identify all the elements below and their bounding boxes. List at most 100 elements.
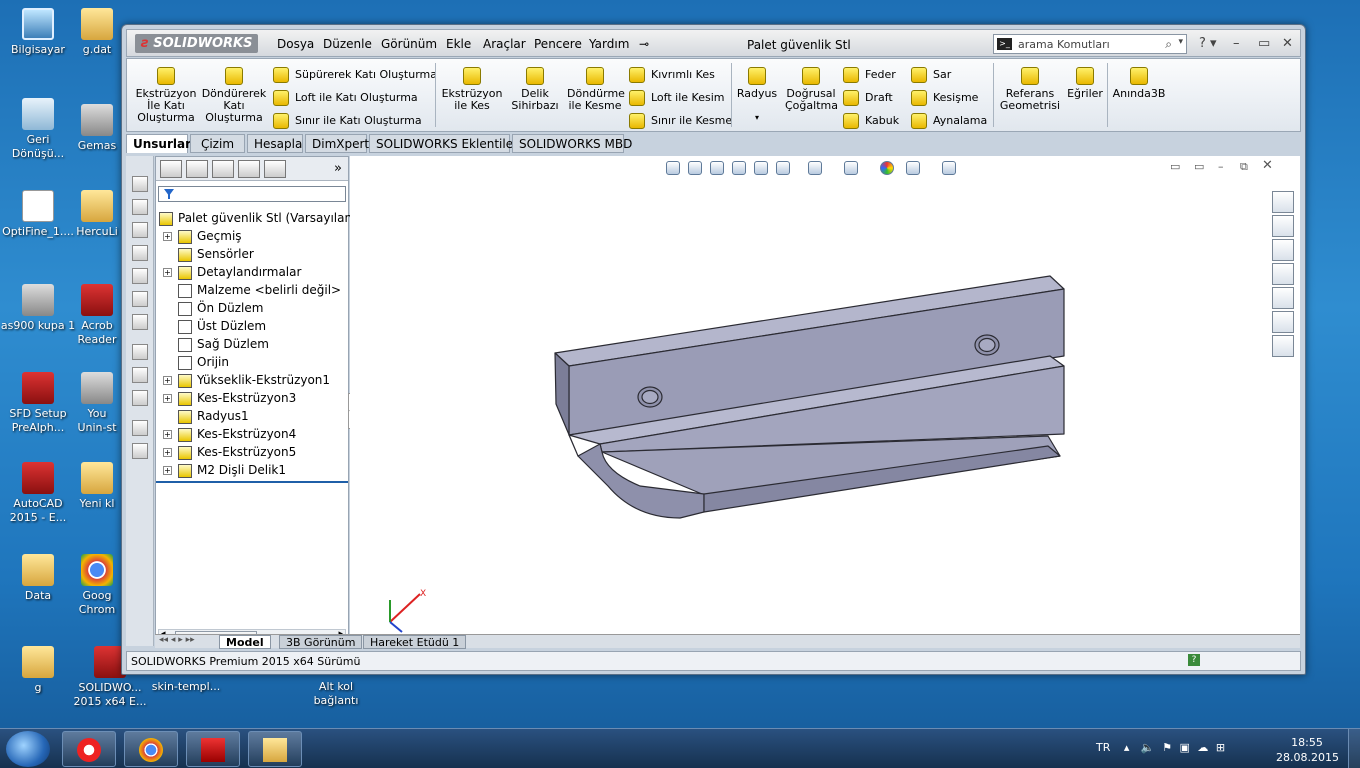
tab-scroll-icons[interactable]: ◂◂ ◂ ▸ ▸▸ xyxy=(159,635,195,645)
tab-features[interactable]: Unsurlar xyxy=(126,134,191,153)
windows-icon[interactable]: ⊞ xyxy=(1216,741,1225,754)
help-icon[interactable]: ? xyxy=(1188,654,1200,666)
chevron-down-icon[interactable]: ▾ xyxy=(735,112,779,124)
tree-item-front-plane[interactable]: Ön Düzlem xyxy=(178,301,263,316)
reference-geometry-button[interactable]: Referans Geometrisi xyxy=(999,67,1061,112)
expand-icon[interactable]: + xyxy=(163,430,172,439)
tree-item-history[interactable]: + Geçmiş xyxy=(163,229,242,244)
desktop-icon-g-dat[interactable]: g.dat xyxy=(72,8,122,57)
tree-item-material[interactable]: Malzeme <belirli değil> xyxy=(178,283,341,298)
tree-filter-input[interactable] xyxy=(158,186,346,202)
instant3d-button[interactable]: Anında3B xyxy=(1111,67,1167,100)
tree-item-origin[interactable]: Orijin xyxy=(178,355,229,370)
extrude-cut-button[interactable]: Ekstrüzyon ile Kes xyxy=(441,67,503,112)
desktop-icon-skin[interactable]: skin-templ... xyxy=(148,680,224,694)
tab-3d-view[interactable]: 3B Görünüm xyxy=(279,635,363,649)
tree-item-m2-tapped-hole1[interactable]: + M2 Dişli Delik1 xyxy=(163,463,286,478)
start-button[interactable] xyxy=(6,731,50,767)
show-desktop-button[interactable] xyxy=(1348,729,1360,768)
expand-icon[interactable]: + xyxy=(163,268,172,277)
chevron-down-icon[interactable]: ▾ xyxy=(1178,37,1183,47)
menu-edit[interactable]: Düzenle xyxy=(323,37,372,51)
configuration-manager-tab-icon[interactable] xyxy=(212,160,234,178)
intersect-button[interactable]: Kesişme xyxy=(911,90,978,106)
maximize-button[interactable]: ▭ xyxy=(1258,36,1270,51)
tray-expand-icon[interactable]: ▴ xyxy=(1124,741,1130,754)
view-cube-icon[interactable] xyxy=(132,199,148,215)
expand-icon[interactable]: + xyxy=(163,376,172,385)
swept-cut-button[interactable]: Kıvrımlı Kes xyxy=(629,67,715,83)
flag-icon[interactable]: ⚑ xyxy=(1162,741,1172,754)
tree-item-cut-extrude5[interactable]: + Kes-Ekstrüzyon5 xyxy=(163,445,296,460)
expand-icon[interactable]: + xyxy=(163,394,172,403)
sketch-icon[interactable] xyxy=(132,344,148,360)
rollback-bar[interactable] xyxy=(156,481,348,483)
pin-icon[interactable]: ⊸ xyxy=(639,37,649,51)
clock[interactable]: 18:55 28.08.2015 xyxy=(1276,735,1339,765)
feature-tree-tab-icon[interactable] xyxy=(160,160,182,178)
expand-icon[interactable]: + xyxy=(163,232,172,241)
expand-icon[interactable]: + xyxy=(163,448,172,457)
network-icon[interactable]: ▣ xyxy=(1179,741,1189,754)
curves-button[interactable]: Eğriler xyxy=(1063,67,1107,100)
expand-panel-icon[interactable]: » xyxy=(334,161,342,176)
taskbar-yandex[interactable] xyxy=(62,731,116,767)
file-explorer-icon[interactable] xyxy=(1272,239,1294,261)
tree-item-fillet1[interactable]: Radyus1 xyxy=(178,409,249,424)
tree-item-sensors[interactable]: Sensörler xyxy=(178,247,254,262)
help-button[interactable]: ? ▾ xyxy=(1199,36,1217,51)
desktop-icon-autocad[interactable]: AutoCAD 2015 - E... xyxy=(0,462,76,525)
tree-root-part[interactable]: Palet güvenlik Stl (Varsayılan<< xyxy=(159,211,372,226)
desktop-icon-sfd-setup[interactable]: SFD Setup PreAlph... xyxy=(0,372,76,435)
desktop-icon-as900[interactable]: as900 kupa 1 xyxy=(0,284,76,333)
menu-tools[interactable]: Araçlar xyxy=(483,37,526,51)
loft-cut-button[interactable]: Loft ile Kesim xyxy=(629,90,724,106)
desktop-icon-chrome[interactable]: Goog Chrom xyxy=(72,554,122,617)
boundary-cut-button[interactable]: Sınır ile Kesme xyxy=(629,113,732,129)
linear-pattern-button[interactable]: Doğrusal Çoğaltma xyxy=(785,67,838,112)
menu-view[interactable]: Görünüm xyxy=(381,37,437,51)
tab-sketch[interactable]: Çizim xyxy=(190,134,245,153)
view-cube-icon[interactable] xyxy=(132,245,148,261)
property-manager-tab-icon[interactable] xyxy=(186,160,208,178)
desktop-icon-recycle-bin[interactable]: Geri Dönüşü... xyxy=(0,98,76,161)
extrude-boss-button[interactable]: Ekstrüzyon İle Katı Oluşturma xyxy=(135,67,197,124)
fillet-button[interactable]: Radyus ▾ xyxy=(735,67,779,124)
view-cube-icon[interactable] xyxy=(132,176,148,192)
desktop-icon-alt-kol[interactable]: Alt kol bağlantı xyxy=(298,680,374,708)
expand-icon[interactable]: + xyxy=(163,466,172,475)
tree-item-cut-extrude4[interactable]: + Kes-Ekstrüzyon4 xyxy=(163,427,296,442)
appearances-icon[interactable] xyxy=(1272,287,1294,309)
tab-model[interactable]: Model xyxy=(219,635,271,649)
shell-button[interactable]: Kabuk xyxy=(843,113,899,129)
desktop-icon-computer[interactable]: Bilgisayar xyxy=(0,8,76,57)
draft-button[interactable]: Draft xyxy=(843,90,893,106)
view-cube-icon[interactable] xyxy=(132,314,148,330)
revolve-boss-button[interactable]: Döndürerek Katı Oluşturma xyxy=(201,67,267,124)
forum-icon[interactable] xyxy=(1272,335,1294,357)
boundary-boss-button[interactable]: Sınır ile Katı Oluşturma xyxy=(273,113,422,129)
search-commands-input[interactable]: >_ arama Komutları ⌕ ▾ xyxy=(993,34,1187,54)
solidworks-logo[interactable]: ƨ SOLIDWORKS xyxy=(135,34,259,53)
custom-properties-icon[interactable] xyxy=(1272,311,1294,333)
language-indicator[interactable]: TR xyxy=(1096,741,1110,754)
view-cube-icon[interactable] xyxy=(132,222,148,238)
mirror-button[interactable]: Aynalama xyxy=(911,113,987,129)
desktop-icon-herculi[interactable]: HercuLi xyxy=(72,190,122,239)
tab-motion-study[interactable]: Hareket Etüdü 1 xyxy=(363,635,467,649)
view-cube-icon[interactable] xyxy=(132,291,148,307)
smart-dimension-icon[interactable] xyxy=(132,367,148,383)
menu-file[interactable]: Dosya xyxy=(277,37,314,51)
tab-dimxpert[interactable]: DimXpert xyxy=(305,134,369,153)
taskbar-solidworks[interactable] xyxy=(186,731,240,767)
menu-help[interactable]: Yardım xyxy=(589,37,629,51)
view-cube-icon[interactable] xyxy=(132,268,148,284)
boss-icon[interactable] xyxy=(132,420,148,436)
hole-wizard-button[interactable]: Delik Sihirbazı xyxy=(507,67,563,112)
sync-icon[interactable]: ☁ xyxy=(1197,741,1208,754)
dimxpert-manager-tab-icon[interactable] xyxy=(238,160,260,178)
wrap-button[interactable]: Sar xyxy=(911,67,951,83)
desktop-icon-optifine[interactable]: OptiFine_1.... xyxy=(0,190,76,239)
menu-window[interactable]: Pencere xyxy=(534,37,582,51)
desktop-icon-data[interactable]: Data xyxy=(0,554,76,603)
